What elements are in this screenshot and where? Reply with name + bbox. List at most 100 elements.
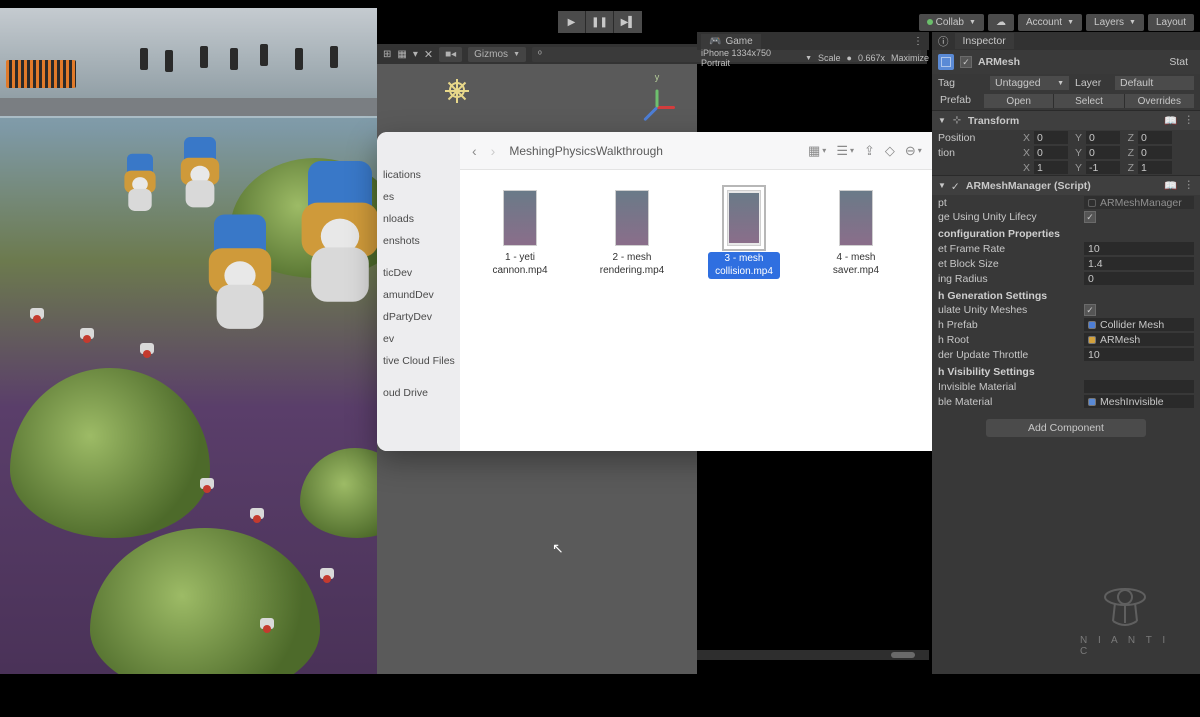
niantic-logo: N I A N T I C [1080, 579, 1170, 657]
section-label: configuration Properties [932, 224, 1200, 241]
cloud-button[interactable]: ☁ [988, 14, 1014, 31]
pos-z-field[interactable]: 0 [1138, 131, 1172, 144]
static-dropdown[interactable]: Stat [1163, 55, 1194, 69]
lifecycle-checkbox[interactable]: ✓ [1084, 211, 1096, 223]
rot-y-field[interactable]: 0 [1086, 146, 1120, 159]
layer-label: Layer [1075, 77, 1109, 89]
actions-button[interactable]: ⊖▾ [905, 143, 922, 159]
tag-dropdown[interactable]: Untagged▼ [990, 76, 1069, 90]
step-button[interactable]: ▶▌ [614, 11, 642, 33]
mesh-prefab-field[interactable]: Collider Mesh [1084, 318, 1194, 331]
game-scrollbar[interactable] [697, 650, 929, 660]
block-size-field[interactable]: 1.4 [1084, 257, 1194, 270]
component-menu-icon[interactable]: ⋮ [1184, 114, 1195, 127]
pause-button[interactable]: ❚❚ [586, 11, 614, 33]
component-transform: ▼ ⊹ Transform 📖⋮ Position X0 Y0 Z0 tion … [932, 110, 1200, 175]
sidebar-item[interactable]: nloads [377, 210, 460, 228]
invisible-material-field[interactable] [1084, 380, 1194, 393]
fold-icon[interactable]: ▼ [938, 116, 946, 125]
play-button[interactable]: ▶ [558, 11, 586, 33]
frame-rate-field[interactable]: 10 [1084, 242, 1194, 255]
gizmos-dropdown[interactable]: Gizmos▼ [468, 47, 526, 62]
rot-z-field[interactable]: 0 [1138, 146, 1172, 159]
top-right-toolbar: Collab▼ ☁ Account▼ Layers▼ Layout [919, 14, 1194, 31]
tab-menu-icon[interactable]: ⋮ [913, 36, 929, 47]
file-item-selected[interactable]: 3 - mesh collision.mp4 [708, 190, 780, 279]
component-armeshmanager: ▼ ✓ ARMeshManager (Script) 📖⋮ pt ARMeshM… [932, 175, 1200, 409]
pos-y-field[interactable]: 0 [1086, 131, 1120, 144]
display-dropdown[interactable]: iPhone 1334x750 Portrait▼ [701, 48, 812, 68]
layers-dropdown[interactable]: Layers▼ [1086, 14, 1144, 31]
maximize-toggle[interactable]: Maximize [891, 53, 929, 63]
radius-field[interactable]: 0 [1084, 272, 1194, 285]
forward-button[interactable]: › [491, 143, 496, 159]
sidebar-item[interactable]: es [377, 188, 460, 206]
layer-dropdown[interactable]: Default [1115, 76, 1194, 90]
rot-x-field[interactable]: 0 [1034, 146, 1068, 159]
scene-orientation-gizmo[interactable]: y [635, 84, 679, 128]
view-list-button[interactable]: ☰▾ [836, 143, 854, 159]
gameobject-icon[interactable] [938, 54, 954, 70]
file-item[interactable]: 1 - yeti cannon.mp4 [484, 190, 556, 277]
sidebar-item[interactable]: ticDev [377, 264, 460, 282]
tool-icon[interactable]: ▦ [397, 49, 406, 60]
component-menu-icon[interactable]: ⋮ [1184, 179, 1195, 192]
reference-icon[interactable]: 📖 [1164, 114, 1177, 127]
scl-z-field[interactable]: 1 [1138, 161, 1172, 174]
sidebar-item[interactable]: lications [377, 166, 460, 184]
account-dropdown[interactable]: Account▼ [1018, 14, 1082, 31]
sidebar-item[interactable] [377, 374, 460, 380]
scl-y-field[interactable]: -1 [1086, 161, 1120, 174]
camera-toggle[interactable]: ■◂ [439, 47, 462, 62]
finder-file-grid: 1 - yeti cannon.mp4 2 - mesh rendering.m… [460, 170, 960, 451]
share-button[interactable]: ⇪ [864, 143, 875, 159]
sidebar-item[interactable]: enshots [377, 232, 460, 250]
file-item[interactable]: 4 - mesh saver.mp4 [820, 190, 892, 277]
tool-icon[interactable]: ⊞ [383, 49, 391, 60]
finder-toolbar: ‹ › MeshingPhysicsWalkthrough ▦▾ ☰▾ ⇪ ◇ … [460, 132, 960, 170]
active-checkbox[interactable]: ✓ [960, 56, 972, 68]
scale-value: 0.667x [858, 53, 885, 63]
scl-x-field[interactable]: 1 [1034, 161, 1068, 174]
game-icon: 🎮 [709, 36, 721, 47]
collab-dropdown[interactable]: Collab▼ [919, 14, 984, 31]
finder-sidebar: lications es nloads enshots ticDev amund… [377, 132, 460, 451]
back-button[interactable]: ‹ [472, 143, 477, 159]
throttle-field[interactable]: 10 [1084, 348, 1194, 361]
tab-inspector[interactable]: Inspector [955, 33, 1014, 49]
add-component-button[interactable]: Add Component [986, 419, 1146, 437]
rotation-label: tion [938, 147, 1016, 159]
component-enabled-checkbox[interactable]: ✓ [951, 181, 961, 191]
section-label: h Generation Settings [932, 286, 1200, 303]
prefab-select-button[interactable]: Select [1054, 94, 1124, 108]
prefab-overrides-button[interactable]: Overrides [1125, 94, 1194, 108]
layout-dropdown[interactable]: Layout [1148, 14, 1194, 31]
view-icons-button[interactable]: ▦▾ [808, 143, 826, 159]
scale-slider[interactable]: ● [847, 53, 852, 63]
unity-meshes-checkbox[interactable]: ✓ [1084, 304, 1096, 316]
object-name-field[interactable]: ARMesh [978, 56, 1020, 68]
tab-game[interactable]: 🎮Game [701, 34, 761, 49]
tool-icon[interactable]: ▾ [413, 49, 418, 60]
inspector-icon: ⓘ [938, 34, 949, 49]
inspector-header: ✓ ARMesh Stat [932, 50, 1200, 74]
sidebar-item[interactable]: dPartyDev [377, 308, 460, 326]
sidebar-item[interactable]: tive Cloud Files [377, 352, 460, 370]
section-label: h Visibility Settings [932, 362, 1200, 379]
reference-icon[interactable]: 📖 [1164, 179, 1177, 192]
pos-x-field[interactable]: 0 [1034, 131, 1068, 144]
fold-icon[interactable]: ▼ [938, 181, 946, 190]
sidebar-item[interactable]: oud Drive [377, 384, 460, 402]
close-icon[interactable]: ✕ [424, 48, 433, 61]
inspector-tabbar: ⓘ Inspector [932, 32, 1200, 50]
visible-material-field[interactable]: MeshInvisible [1084, 395, 1194, 408]
sidebar-item[interactable]: ev [377, 330, 460, 348]
sidebar-item[interactable]: amundDev [377, 286, 460, 304]
game-controls: iPhone 1334x750 Portrait▼ Scale ● 0.667x… [697, 50, 929, 66]
prefab-open-button[interactable]: Open [984, 94, 1054, 108]
cursor-icon: ↖ [552, 540, 564, 557]
mesh-root-field[interactable]: ARMesh [1084, 333, 1194, 346]
tags-button[interactable]: ◇ [885, 143, 895, 159]
sidebar-item[interactable] [377, 254, 460, 260]
file-item[interactable]: 2 - mesh rendering.mp4 [596, 190, 668, 277]
